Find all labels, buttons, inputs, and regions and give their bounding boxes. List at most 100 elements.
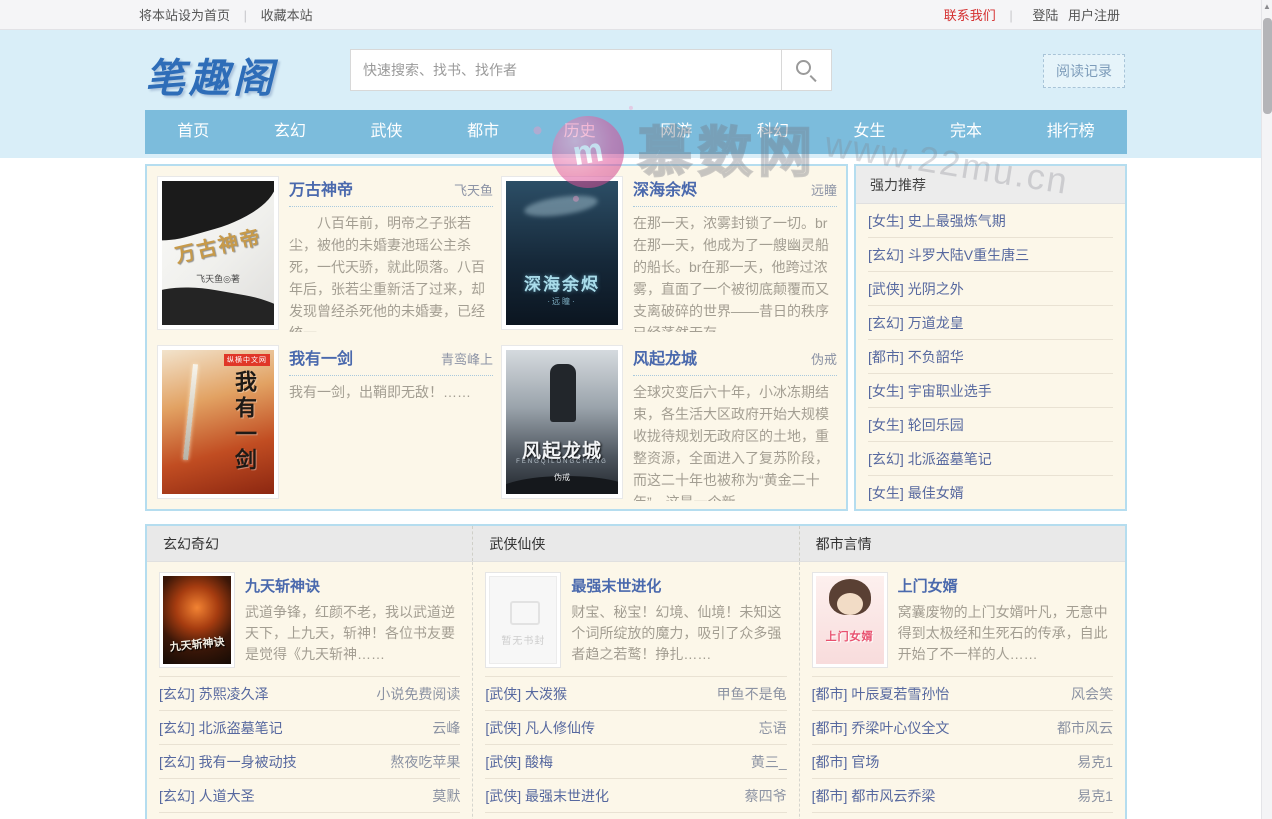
book-cover[interactable]: 暂无书封 bbox=[485, 572, 561, 668]
book-link[interactable]: 北派盗墓笔记 bbox=[908, 451, 992, 467]
book-link[interactable]: 大泼猴 bbox=[525, 686, 567, 702]
recommend-item[interactable]: [玄幻]北派盗墓笔记 bbox=[868, 442, 1113, 476]
topbar: 将本站设为首页 | 收藏本站 联系我们 | 登陆 用户注册 bbox=[0, 0, 1272, 30]
book-author: 蔡四爷 bbox=[745, 779, 787, 812]
book-link[interactable]: 苏熙凌久泽 bbox=[199, 686, 269, 702]
book-link[interactable]: 酸梅 bbox=[525, 754, 553, 770]
category-tag: [玄幻] bbox=[159, 720, 195, 736]
book-info: 九天斩神诀 武道争锋，红颜不老，我以武道逆天下，上九天，斩神！各位书友要是觉得《… bbox=[245, 572, 460, 668]
column-featured-book: 暂无书封 最强末世进化 财宝、秘宝！幻境、仙境！未知这个词所绽放的魔力，吸引了众… bbox=[485, 572, 786, 676]
book-cover-art: 风起龙城 FENGQILONGCHENG 伪戒 bbox=[506, 350, 618, 494]
scrollbar[interactable]: ▲ bbox=[1261, 0, 1272, 819]
no-cover-text: 暂无书封 bbox=[490, 632, 556, 647]
search-button[interactable] bbox=[782, 49, 832, 91]
nav-item[interactable]: 玄幻 bbox=[248, 110, 332, 154]
contact-link[interactable]: 联系我们 bbox=[944, 8, 996, 23]
nav-item[interactable]: 科幻 bbox=[731, 110, 815, 154]
book-cover-art: 九天斩神诀 bbox=[163, 576, 231, 664]
nav-item[interactable]: 女生 bbox=[827, 110, 911, 154]
nav-item[interactable]: 都市 bbox=[441, 110, 525, 154]
book-link[interactable]: 我有一身被动技 bbox=[199, 754, 297, 770]
recommend-item[interactable]: [女生]史上最强炼气期 bbox=[868, 204, 1113, 238]
book-link[interactable]: 人道大圣 bbox=[199, 788, 255, 804]
set-home-link[interactable]: 将本站设为首页 bbox=[139, 8, 230, 23]
register-link[interactable]: 用户注册 bbox=[1068, 8, 1120, 23]
nav-item[interactable]: 首页 bbox=[151, 110, 235, 154]
cover-title-text: 九天斩神诀 bbox=[163, 632, 231, 655]
scroll-up-arrow-icon[interactable]: ▲ bbox=[1262, 0, 1272, 14]
book-link[interactable]: 轮回乐园 bbox=[908, 417, 964, 433]
column-featured-book: 上门女婿 上门女婿 窝囊废物的上门女婿叶凡，无意中得到太极经和生死石的传承，自此… bbox=[812, 572, 1113, 676]
book-link[interactable]: 叶辰夏若雪孙怡 bbox=[851, 686, 949, 702]
book-title-link[interactable]: 九天斩神诀 bbox=[245, 575, 460, 596]
recommend-item[interactable]: [女生]最佳女婿 bbox=[868, 476, 1113, 510]
recommend-item[interactable]: [玄幻]万道龙皇 bbox=[868, 306, 1113, 340]
category-tag: [都市] bbox=[812, 754, 848, 770]
book-cover-art: 纵横中文网 我有一剑 bbox=[162, 350, 274, 494]
nav-item[interactable]: 武侠 bbox=[344, 110, 428, 154]
book-title-link[interactable]: 深海余烬 bbox=[633, 176, 697, 200]
cover-title-text: 我有一剑 bbox=[228, 370, 260, 474]
nav-item[interactable]: 完本 bbox=[924, 110, 1008, 154]
book-link[interactable]: 不负韶华 bbox=[908, 349, 964, 365]
book-author: 忘语 bbox=[759, 711, 787, 744]
category-tag: [玄幻] bbox=[159, 686, 195, 702]
book-link[interactable]: 北派盗墓笔记 bbox=[199, 720, 283, 736]
nav-item[interactable]: 历史 bbox=[538, 110, 622, 154]
topbar-divider: | bbox=[244, 8, 247, 23]
recommend-item[interactable]: [武侠]光阴之外 bbox=[868, 272, 1113, 306]
recommend-item[interactable]: [女生]轮回乐园 bbox=[868, 408, 1113, 442]
book-title-link[interactable]: 万古神帝 bbox=[289, 176, 353, 200]
book-link[interactable]: 乔梁叶心仪全文 bbox=[851, 720, 949, 736]
nav-item[interactable]: 网游 bbox=[634, 110, 718, 154]
book-cover[interactable]: 纵横中文网 我有一剑 bbox=[157, 345, 279, 499]
recommend-header: 强力推荐 bbox=[856, 166, 1125, 204]
book-author: 飞天鱼 bbox=[454, 180, 493, 199]
recommend-item[interactable]: [女生]宇宙职业选手 bbox=[868, 374, 1113, 408]
book-list-row: [玄幻] 人道大圣 莫默 bbox=[159, 778, 460, 812]
nav-item[interactable]: 排行榜 bbox=[1021, 110, 1121, 154]
book-link[interactable]: 史上最强炼气期 bbox=[908, 213, 1006, 229]
book-link[interactable]: 最佳女婿 bbox=[908, 485, 964, 501]
book-cover[interactable]: 九天斩神诀 bbox=[159, 572, 235, 668]
book-cover[interactable]: 上门女婿 bbox=[812, 572, 888, 668]
book-link[interactable]: 万道龙皇 bbox=[908, 315, 964, 331]
book-author: 黄三_ bbox=[751, 745, 787, 778]
recommend-item[interactable]: [玄幻]斗罗大陆V重生唐三 bbox=[868, 238, 1113, 272]
book-title-link[interactable]: 我有一剑 bbox=[289, 345, 353, 369]
column-featured-book: 九天斩神诀 九天斩神诀 武道争锋，红颜不老，我以武道逆天下，上九天，斩神！各位书… bbox=[159, 572, 460, 676]
category-tag: [女生] bbox=[868, 213, 904, 229]
book-entry: [武侠] 酸梅 bbox=[485, 745, 553, 778]
book-cover[interactable]: 万古神帝 飞天鱼◎著 bbox=[157, 176, 279, 330]
book-entry: [玄幻] 北派盗墓笔记 bbox=[159, 711, 283, 744]
search-input[interactable] bbox=[350, 49, 782, 91]
category-header-xuanhuan: 玄幻奇幻 bbox=[147, 526, 473, 561]
book-link[interactable]: 最强末世进化 bbox=[525, 788, 609, 804]
book-author: 小说免费阅读 bbox=[376, 677, 460, 710]
reading-record-button[interactable]: 阅读记录 bbox=[1043, 54, 1125, 88]
book-link[interactable]: 官场 bbox=[851, 754, 879, 770]
book-info: 我有一剑 青鸾峰上 我有一剑，出鞘即无敌！…… bbox=[289, 345, 493, 501]
book-link[interactable]: 光阴之外 bbox=[908, 281, 964, 297]
site-header: 笔趣阁 阅读记录 首页玄幻武侠都市历史网游科幻女生完本排行榜 bbox=[0, 30, 1272, 158]
site-logo[interactable]: 笔趣阁 bbox=[145, 46, 277, 104]
scrollbar-thumb[interactable] bbox=[1263, 18, 1272, 114]
book-author: 易克1 bbox=[1077, 745, 1113, 778]
book-cover[interactable]: 风起龙城 FENGQILONGCHENG 伪戒 bbox=[501, 345, 623, 499]
featured-panel: 万古神帝 飞天鱼◎著 万古神帝 飞天鱼 八百年前，明帝之子张若尘，被他的未婚妻池… bbox=[145, 164, 848, 511]
book-link[interactable]: 宇宙职业选手 bbox=[908, 383, 992, 399]
book-list-row: [都市] 都市风云乔梁 易克1 bbox=[812, 778, 1113, 812]
recommend-item[interactable]: [都市]不负韶华 bbox=[868, 340, 1113, 374]
login-link[interactable]: 登陆 bbox=[1032, 8, 1058, 23]
book-list-row: [都市] 官场 易克1 bbox=[812, 744, 1113, 778]
book-cover[interactable]: 深海余烬 ·远瞳· bbox=[501, 176, 623, 330]
book-link[interactable]: 凡人修仙传 bbox=[525, 720, 595, 736]
bookmark-link[interactable]: 收藏本站 bbox=[261, 8, 313, 23]
book-title-link[interactable]: 风起龙城 bbox=[633, 345, 697, 369]
book-info: 万古神帝 飞天鱼 八百年前，明帝之子张若尘，被他的未婚妻池瑶公主杀死，一代天骄，… bbox=[289, 176, 493, 332]
category-tag: [都市] bbox=[868, 349, 904, 365]
book-link[interactable]: 斗罗大陆V重生唐三 bbox=[908, 247, 1029, 263]
book-title-link[interactable]: 最强末世进化 bbox=[571, 575, 786, 596]
book-title-link[interactable]: 上门女婿 bbox=[898, 575, 1113, 596]
book-link[interactable]: 都市风云乔梁 bbox=[851, 788, 935, 804]
